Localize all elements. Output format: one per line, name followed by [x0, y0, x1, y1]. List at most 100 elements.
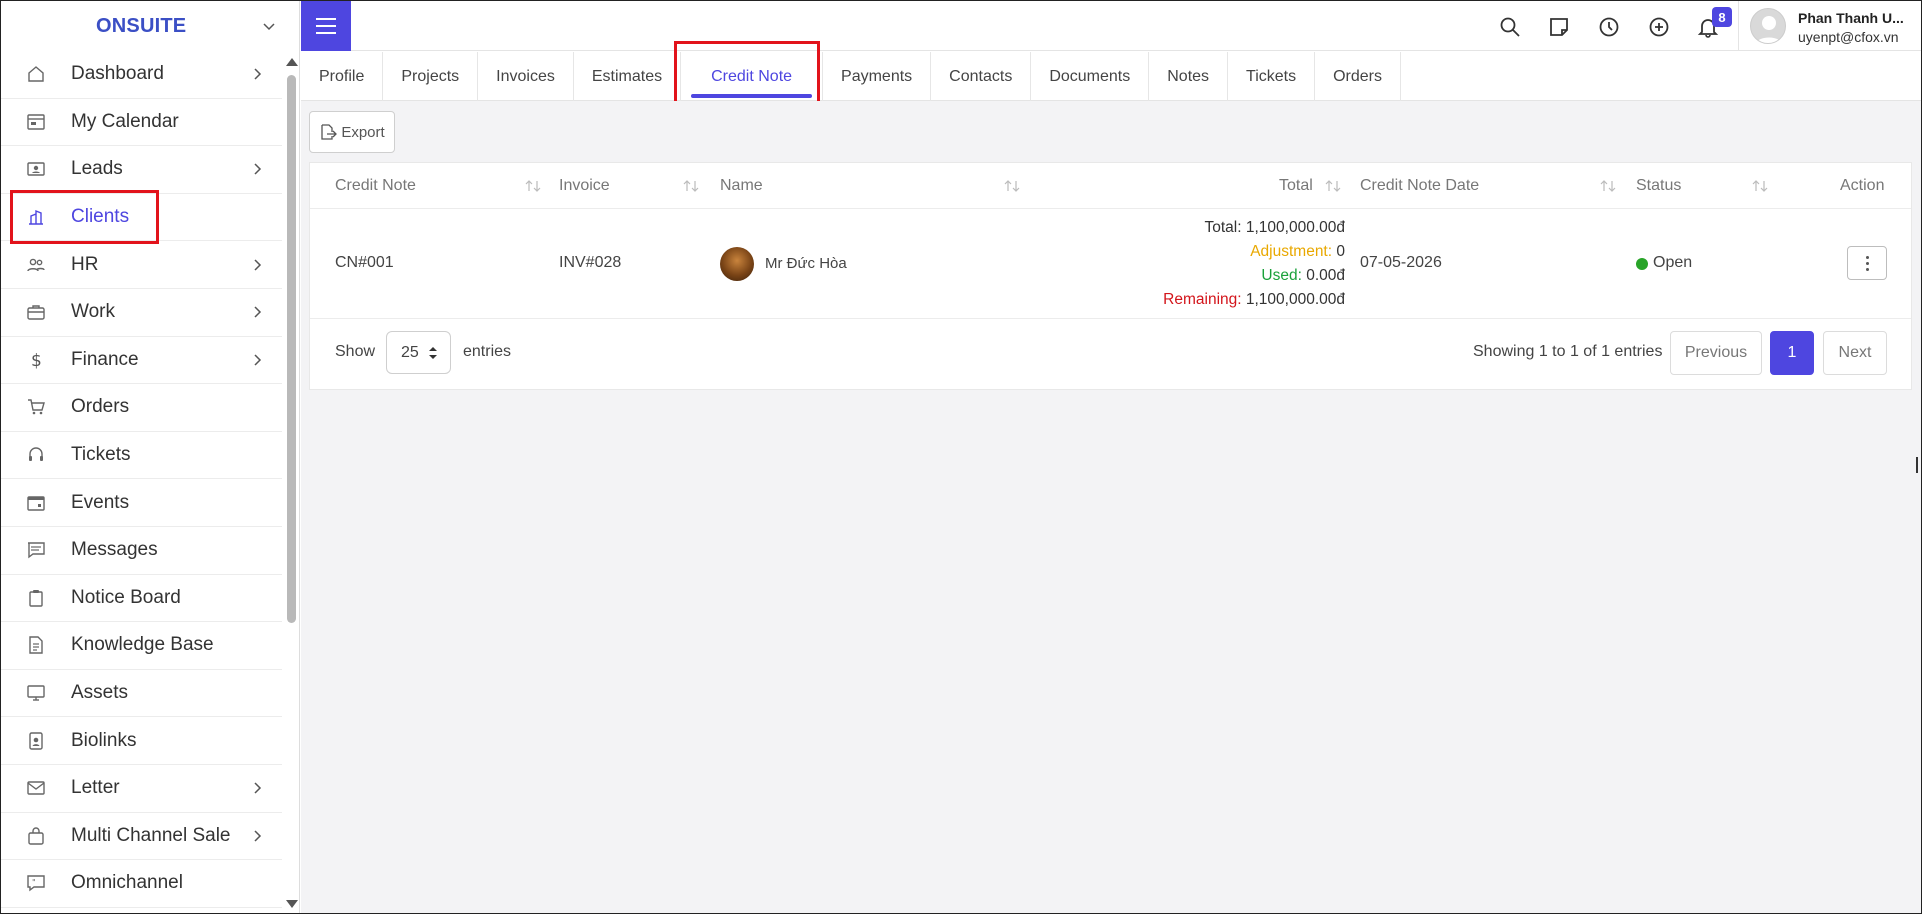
sidebar-item-label: Assets	[71, 682, 129, 704]
sidebar-item-finance[interactable]: $ Finance	[1, 337, 282, 385]
user-name[interactable]: Phan Thanh U...	[1798, 10, 1918, 26]
total-label: Total:	[1204, 219, 1242, 236]
sort-icon[interactable]	[1752, 179, 1768, 193]
select-arrows-icon	[429, 347, 437, 359]
text-cursor-icon	[1916, 457, 1922, 473]
sort-icon[interactable]	[525, 179, 541, 193]
col-credit-note-date[interactable]: Credit Note Date	[1360, 177, 1479, 195]
export-button[interactable]: Export	[309, 111, 395, 153]
sort-icon[interactable]	[1325, 179, 1341, 193]
tab-profile[interactable]: Profile	[301, 52, 384, 101]
shopping-bag-icon	[25, 825, 47, 847]
chevron-right-icon	[254, 163, 262, 176]
user-email: uyenpt@cfox.vn	[1798, 29, 1899, 45]
sidebar-item-letter[interactable]: Letter	[1, 765, 282, 813]
scroll-up-arrow-icon[interactable]	[286, 58, 298, 66]
clients-highlight-box	[10, 190, 159, 244]
credit-note-date: 07-05-2026	[1360, 254, 1442, 271]
sidebar-scrollbar-thumb[interactable]	[287, 75, 296, 623]
search-icon[interactable]	[1499, 16, 1521, 38]
sidebar-item-hr[interactable]: HR	[1, 241, 282, 289]
table-row: CN#001 INV#028 Mr Đức Hòa Total: 1,100,0…	[310, 209, 1911, 319]
sidebar-item-label: Work	[71, 301, 115, 323]
scroll-down-arrow-icon[interactable]	[286, 900, 298, 908]
sidebar-item-label: Dashboard	[71, 63, 164, 85]
message-icon	[25, 539, 47, 561]
sidebar-item-label: Leads	[71, 158, 123, 180]
page-1-button[interactable]: 1	[1770, 331, 1814, 375]
col-invoice[interactable]: Invoice	[559, 177, 610, 195]
sort-icon[interactable]	[683, 179, 699, 193]
tab-estimates[interactable]: Estimates	[574, 52, 682, 101]
sidebar-item-multi-channel-sale[interactable]: Multi Channel Sale	[1, 813, 282, 861]
tab-documents[interactable]: Documents	[1031, 52, 1150, 101]
tab-invoices[interactable]: Invoices	[478, 52, 574, 101]
sidebar-item-notice-board[interactable]: Notice Board	[1, 575, 282, 623]
tab-tickets[interactable]: Tickets	[1228, 52, 1316, 101]
chevron-right-icon	[254, 68, 262, 80]
used-label: Used:	[1261, 267, 1302, 284]
chevron-right-icon	[254, 830, 262, 842]
col-action: Action	[1840, 177, 1885, 194]
col-status[interactable]: Status	[1636, 177, 1681, 195]
clock-icon[interactable]	[1598, 16, 1620, 38]
export-label: Export	[341, 123, 385, 141]
pagination-info: Showing 1 to 1 of 1 entries	[1473, 343, 1663, 360]
credit-note-number[interactable]: CN#001	[335, 254, 394, 272]
sidebar-item-work[interactable]: Work	[1, 289, 282, 337]
sidebar-item-omnichannel[interactable]: " Omnichannel	[1, 860, 282, 908]
sidebar-item-knowledge-base[interactable]: Knowledge Base	[1, 622, 282, 670]
chevron-right-icon	[254, 782, 262, 794]
chevron-right-icon	[254, 354, 262, 366]
status-dot-icon	[1636, 258, 1648, 270]
client-avatar	[720, 247, 754, 281]
tab-payments[interactable]: Payments	[823, 52, 932, 101]
sort-icon[interactable]	[1004, 179, 1020, 193]
col-credit-note[interactable]: Credit Note	[335, 177, 416, 195]
sidebar-item-label: Events	[71, 491, 130, 513]
tab-orders[interactable]: Orders	[1315, 52, 1402, 101]
previous-page-button[interactable]: Previous	[1670, 331, 1762, 375]
tab-contacts[interactable]: Contacts	[931, 52, 1032, 101]
col-total[interactable]: Total	[1279, 177, 1313, 195]
contact-card-icon	[25, 158, 47, 180]
kebab-dot	[1865, 261, 1869, 265]
table-header: Credit Note Invoice Name Total Credit No…	[310, 163, 1911, 209]
page-length-value: 25	[401, 343, 419, 361]
chat-bubble-icon: "	[25, 872, 47, 894]
brand[interactable]: ONSUITE	[1, 1, 299, 51]
invoice-number[interactable]: INV#028	[559, 254, 621, 272]
brand-name: ONSUITE	[96, 14, 187, 37]
entries-label: entries	[463, 343, 512, 360]
main-content: Export Credit Note Invoice Name Total Cr…	[301, 101, 1921, 913]
sidebar-item-my-calendar[interactable]: My Calendar	[1, 99, 282, 147]
page-length-select[interactable]: 25	[386, 331, 451, 374]
add-circle-icon[interactable]	[1648, 16, 1670, 38]
table-footer: Show 25 entries Showing 1 to 1 of 1 entr…	[310, 319, 1911, 389]
sidebar-item-dashboard[interactable]: Dashboard	[1, 51, 282, 99]
adjustment-label: Adjustment:	[1250, 243, 1333, 260]
sidebar-item-events[interactable]: Events	[1, 479, 282, 527]
home-icon	[25, 63, 47, 85]
clipboard-icon	[25, 587, 47, 609]
sticky-note-icon[interactable]	[1548, 16, 1570, 38]
headset-icon	[25, 444, 47, 466]
sidebar-item-messages[interactable]: Messages	[1, 527, 282, 575]
row-actions-button[interactable]	[1847, 246, 1887, 280]
sidebar-item-orders[interactable]: Orders	[1, 384, 282, 432]
sidebar-item-tickets[interactable]: Tickets	[1, 432, 282, 480]
col-name[interactable]: Name	[720, 177, 763, 195]
sidebar-item-assets[interactable]: Assets	[1, 670, 282, 718]
chevron-down-icon[interactable]	[261, 18, 277, 34]
user-avatar[interactable]	[1750, 8, 1786, 44]
sort-icon[interactable]	[1600, 179, 1616, 193]
tab-projects[interactable]: Projects	[383, 52, 479, 101]
top-header: 8 Phan Thanh U... uyenpt@cfox.vn	[301, 1, 1921, 51]
tab-notes[interactable]: Notes	[1149, 52, 1229, 101]
briefcase-icon	[25, 301, 47, 323]
client-name[interactable]: Mr Đức Hòa	[765, 255, 847, 272]
menu-toggle-button[interactable]	[301, 1, 351, 51]
sidebar-item-leads[interactable]: Leads	[1, 146, 282, 194]
sidebar-item-biolinks[interactable]: Biolinks	[1, 717, 282, 765]
next-page-button[interactable]: Next	[1823, 331, 1887, 375]
